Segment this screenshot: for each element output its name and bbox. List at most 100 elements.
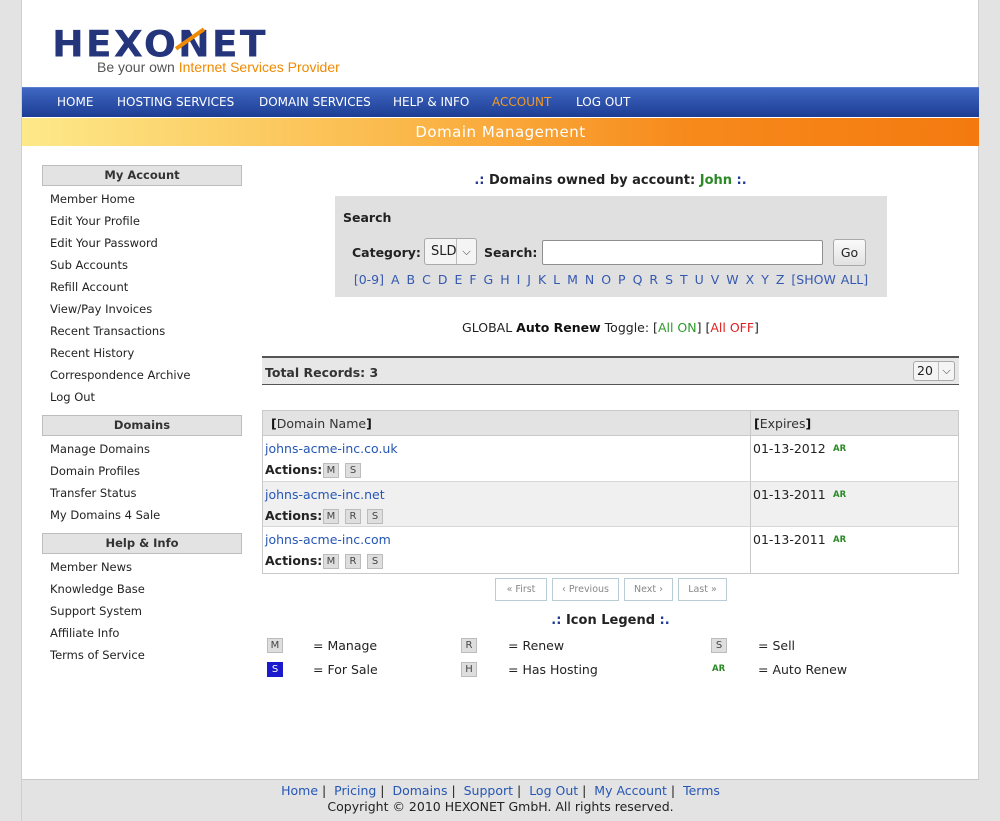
alpha-link[interactable]: X	[746, 272, 755, 287]
chevron-down-icon: ⌵	[456, 239, 476, 264]
sidebar-item-transfer-status[interactable]: Transfer Status	[50, 486, 137, 500]
records-bar: Total Records: 3 20 ⌵	[262, 356, 959, 385]
alpha-link[interactable]: A	[391, 272, 400, 287]
per-page-select[interactable]: 20 ⌵	[913, 361, 955, 381]
sidebar-item-manage-domains[interactable]: Manage Domains	[50, 442, 150, 456]
search-input[interactable]	[542, 240, 823, 265]
sidebar-item-recent-transactions[interactable]: Recent Transactions	[50, 324, 165, 338]
table-header: [Domain Name] [Expires]	[263, 411, 958, 436]
alpha-link[interactable]: D	[438, 272, 448, 287]
domain-link[interactable]: johns-acme-inc.co.uk	[265, 441, 398, 456]
footer-link-pricing[interactable]: Pricing	[334, 783, 376, 798]
pager-previous-button[interactable]: ‹ Previous	[552, 578, 619, 601]
sidebar-item-terms-of-service[interactable]: Terms of Service	[50, 648, 145, 662]
manage-button[interactable]: M	[323, 463, 339, 478]
col-expires[interactable]: [Expires]	[754, 416, 811, 431]
alpha-link[interactable]: L	[553, 272, 560, 287]
category-select[interactable]: SLD ⌵	[424, 238, 477, 265]
sell-button[interactable]: S	[367, 508, 383, 524]
renew-button[interactable]: R	[345, 508, 361, 524]
hexonet-logo[interactable]: HEXONET Be your own Internet Services Pr…	[52, 22, 362, 77]
nav-hosting-services[interactable]: HOSTING SERVICES	[117, 95, 234, 109]
page-title: Domain Management	[415, 123, 586, 141]
alpha-link[interactable]: W	[726, 272, 738, 287]
sell-button[interactable]: S	[345, 463, 361, 478]
sidebar-item-recent-history[interactable]: Recent History	[50, 346, 134, 360]
alpha-link[interactable]: Y	[761, 272, 769, 287]
footer-link-home[interactable]: Home	[281, 783, 318, 798]
table-row: johns-acme-inc.com Actions: M R S 01-13-…	[263, 527, 958, 573]
alpha-link[interactable]: J	[527, 272, 531, 287]
alpha-link[interactable]: T	[680, 272, 688, 287]
sell-button[interactable]: S	[367, 554, 383, 569]
total-records: Total Records: 3	[265, 365, 379, 380]
domain-link[interactable]: johns-acme-inc.net	[265, 487, 385, 502]
alpha-link[interactable]: H	[500, 272, 509, 287]
sidebar-item-member-news[interactable]: Member News	[50, 560, 132, 574]
pager-next-button[interactable]: Next ›	[624, 578, 673, 601]
col-domain-name[interactable]: [Domain Name]	[271, 416, 372, 431]
all-off-link[interactable]: All OFF	[710, 320, 754, 335]
nav-home[interactable]: HOME	[57, 95, 93, 109]
alpha-link[interactable]: S	[665, 272, 673, 287]
alpha-link[interactable]: R	[649, 272, 658, 287]
section-title-bar: Domain Management	[22, 118, 979, 146]
manage-button[interactable]: M	[323, 508, 339, 524]
sidebar-item-correspondence-archive[interactable]: Correspondence Archive	[50, 368, 191, 382]
go-button[interactable]: Go	[833, 239, 866, 266]
footer-link-log-out[interactable]: Log Out	[529, 783, 578, 798]
pager-last-button[interactable]: Last »	[678, 578, 727, 601]
alpha-link[interactable]: [SHOW ALL]	[791, 272, 868, 287]
alpha-link[interactable]: N	[585, 272, 594, 287]
expires-date: 01-13-2011	[753, 486, 826, 502]
alpha-link[interactable]: K	[538, 272, 546, 287]
nav-log-out[interactable]: LOG OUT	[576, 95, 630, 109]
sidebar-heading-domains: Domains	[42, 415, 242, 436]
alpha-link[interactable]: O	[601, 272, 611, 287]
sidebar-item-affiliate-info[interactable]: Affiliate Info	[50, 626, 119, 640]
sidebar-item-edit-profile[interactable]: Edit Your Profile	[50, 214, 140, 228]
sidebar-item-domain-profiles[interactable]: Domain Profiles	[50, 464, 140, 478]
sidebar-item-refill-account[interactable]: Refill Account	[50, 280, 128, 294]
alpha-link[interactable]: G	[484, 272, 494, 287]
alpha-link[interactable]: I	[517, 272, 521, 287]
alpha-link[interactable]: P	[618, 272, 626, 287]
sidebar-item-view-pay-invoices[interactable]: View/Pay Invoices	[50, 302, 152, 316]
nav-account[interactable]: ACCOUNT	[492, 95, 551, 109]
footer-link-my-account[interactable]: My Account	[594, 783, 667, 798]
sidebar-item-log-out[interactable]: Log Out	[50, 390, 95, 404]
pager-first-button[interactable]: « First	[495, 578, 547, 601]
alpha-link[interactable]: Q	[633, 272, 643, 287]
legend-for-sale-text: = For Sale	[313, 662, 378, 677]
alpha-link[interactable]: E	[454, 272, 462, 287]
all-on-link[interactable]: All ON	[658, 320, 697, 335]
logo-tagline: Be your own Internet Services Provider	[97, 59, 340, 75]
renew-button[interactable]: R	[345, 554, 361, 569]
footer-link-support[interactable]: Support	[464, 783, 513, 798]
nav-domain-services[interactable]: DOMAIN SERVICES	[259, 95, 371, 109]
sidebar-item-support-system[interactable]: Support System	[50, 604, 142, 618]
alpha-link[interactable]: [0-9]	[354, 272, 384, 287]
search-title: Search	[343, 210, 392, 225]
alpha-link[interactable]: Z	[776, 272, 785, 287]
alpha-link[interactable]: U	[695, 272, 704, 287]
sidebar-item-sub-accounts[interactable]: Sub Accounts	[50, 258, 128, 272]
sidebar-item-knowledge-base[interactable]: Knowledge Base	[50, 582, 145, 596]
domain-link[interactable]: johns-acme-inc.com	[265, 532, 391, 547]
alpha-link[interactable]: V	[711, 272, 720, 287]
legend-sell-text: = Sell	[758, 638, 796, 653]
alpha-link[interactable]: B	[407, 272, 416, 287]
footer-link-domains[interactable]: Domains	[392, 783, 447, 798]
manage-button[interactable]: M	[323, 554, 339, 569]
nav-help-info[interactable]: HELP & INFO	[393, 95, 469, 109]
sidebar-item-member-home[interactable]: Member Home	[50, 192, 135, 206]
legend-for-sale-icon: S	[267, 662, 283, 677]
footer-link-terms[interactable]: Terms	[683, 783, 720, 798]
alpha-link[interactable]: M	[567, 272, 578, 287]
sidebar-item-my-domains-4-sale[interactable]: My Domains 4 Sale	[50, 508, 160, 522]
sidebar-item-edit-password[interactable]: Edit Your Password	[50, 236, 158, 250]
auto-renew-badge: AR	[833, 535, 847, 545]
alpha-link[interactable]: F	[469, 272, 476, 287]
alpha-link[interactable]: C	[422, 272, 431, 287]
legend-renew-icon: R	[461, 638, 477, 653]
